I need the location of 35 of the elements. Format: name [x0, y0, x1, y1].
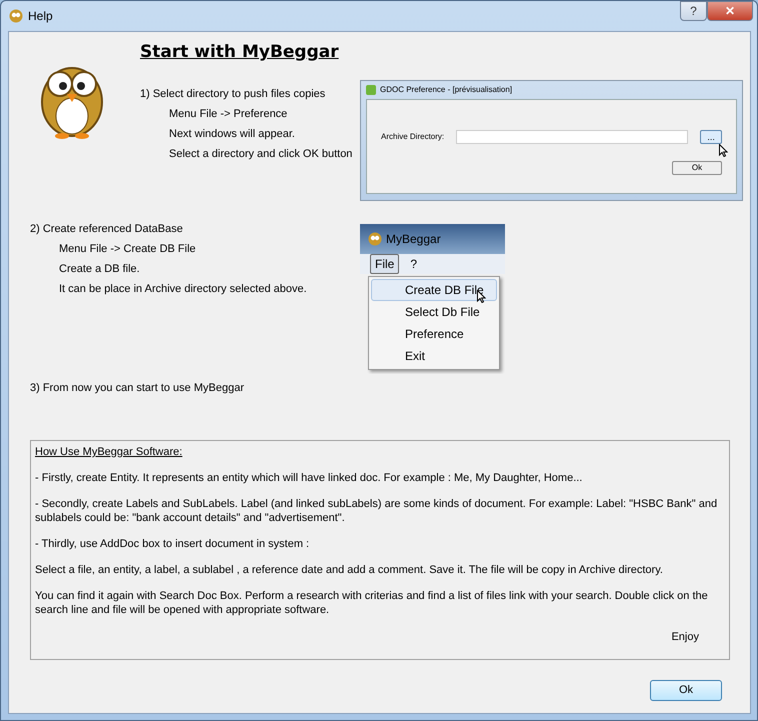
field-label: Archive Directory: — [381, 131, 444, 143]
signature-text: Enjoy — [671, 630, 699, 645]
menu-item[interactable]: Preference — [371, 323, 497, 345]
step-title: 3) From now you can start to use MyBeggar — [30, 381, 245, 396]
app-title: MyBeggar — [386, 231, 441, 248]
ok-button[interactable]: Ok — [672, 161, 722, 175]
window-title: Help — [28, 8, 54, 25]
step-title: 1) Select directory to push files copies — [140, 86, 326, 102]
step-text: It can be place in Archive directory selected above. — [58, 282, 308, 297]
step-text: Create a DB file. — [58, 262, 141, 277]
step-text: Select a directory and click OK button — [168, 146, 352, 162]
owl-icon — [9, 9, 23, 23]
heading: Start with MyBeggar — [140, 41, 340, 64]
help-paragraph: - Firstly, create Entity. It represents an entity which will have linked doc. For example : Me, My Daughter, Home... — [35, 471, 584, 485]
menu-item[interactable]: Exit — [371, 345, 497, 367]
step-text: Menu File -> Create DB File — [58, 242, 197, 257]
help-paragraph: You can find it again with Search Doc Box. Perform a research with criterias and find a list of files link with your search. Double click on the search line and file will be opened with appropriate software. — [35, 589, 709, 617]
cursor-icon — [719, 144, 728, 157]
menu-title[interactable]: File — [370, 254, 400, 274]
step-text: Next windows will appear. — [168, 126, 296, 142]
owl-icon — [368, 232, 382, 246]
input-field[interactable] — [456, 130, 688, 144]
dialog-title: GDOC Preference - [prévisualisation] — [380, 84, 512, 96]
browse-button[interactable]: ... — [700, 130, 722, 144]
help-heading: How Use MyBeggar Software: — [35, 445, 184, 459]
app-icon — [366, 85, 376, 95]
step-title: 2) Create referenced DataBase — [30, 222, 184, 237]
ok-button[interactable]: Ok — [650, 680, 722, 701]
menu-item[interactable]: Select Db File — [371, 301, 497, 323]
help-button[interactable]: ? — [680, 1, 707, 21]
help-paragraph: - Thirdly, use AddDoc box to insert document in system : — [35, 537, 310, 551]
help-paragraph: Select a file, an entity, a label, a sublabel , a reference date and add a comment. Save it. The file will be copy in Archive directory. — [35, 563, 664, 577]
menu-title[interactable]: ? — [405, 254, 422, 274]
step-text: Menu File -> Preference — [168, 106, 288, 122]
help-paragraph: - Secondly, create Labels and SubLabels. Label (and linked subLabels) are some kinds of document. For example: Label: "HSBC Bank" and sublabels could be: "bank account details" and "advertisement". — [35, 497, 718, 525]
